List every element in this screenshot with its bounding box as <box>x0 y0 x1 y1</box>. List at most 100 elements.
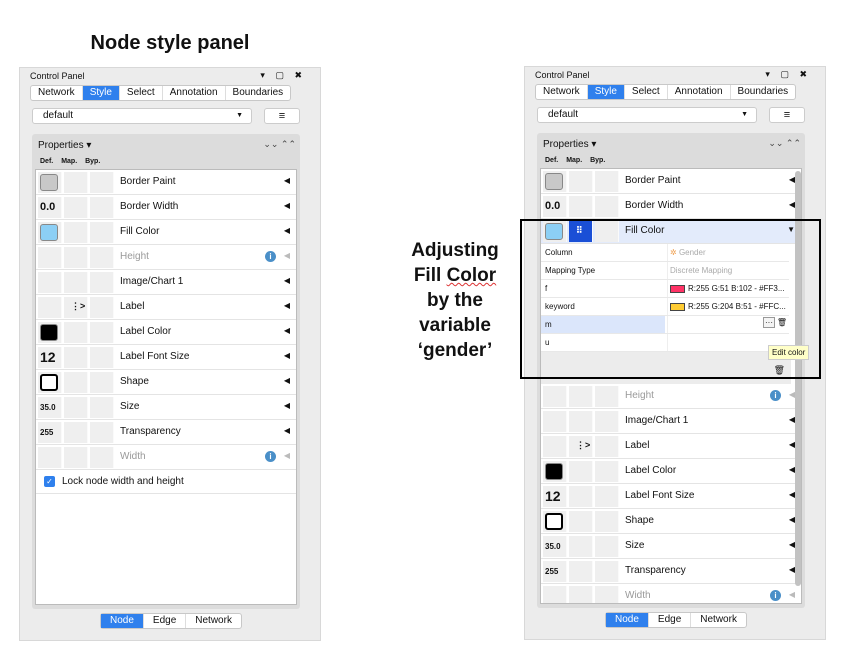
bypass-cell[interactable] <box>90 447 114 468</box>
style-dropdown[interactable]: default ▼ <box>537 107 757 123</box>
default-value-cell[interactable] <box>38 172 62 193</box>
bypass-cell[interactable] <box>90 397 114 418</box>
property-row-label-color[interactable]: Label Color ◀ <box>36 320 296 345</box>
property-row-height[interactable]: Height i ◀ <box>541 384 801 409</box>
default-value-cell[interactable] <box>38 222 62 243</box>
chevron-left-icon[interactable]: ◀ <box>284 326 290 335</box>
tab-select[interactable]: Select <box>120 86 163 100</box>
default-value-cell[interactable] <box>543 586 567 603</box>
chevron-left-icon[interactable]: ◀ <box>284 201 290 210</box>
bottom-tab-network[interactable]: Network <box>186 614 241 628</box>
property-row-size[interactable]: 35.0 Size ◀ <box>541 534 801 559</box>
mapping-cell[interactable] <box>569 536 593 557</box>
bypass-cell[interactable] <box>90 347 114 368</box>
default-value-cell[interactable] <box>543 411 567 432</box>
mapping-cell[interactable] <box>569 586 593 603</box>
property-row-shape[interactable]: Shape ◀ <box>36 370 296 395</box>
expand-collapse-icon[interactable]: ⌄⌄ ⌃⌃ <box>263 139 296 150</box>
default-value-cell[interactable] <box>38 447 62 468</box>
chevron-left-icon[interactable]: ◀ <box>284 301 290 310</box>
tab-annotation[interactable]: Annotation <box>668 85 731 99</box>
bottom-tab-network[interactable]: Network <box>691 613 746 627</box>
chevron-left-icon[interactable]: ◀ <box>284 226 290 235</box>
property-row-transparency[interactable]: 255 Transparency ◀ <box>541 559 801 584</box>
mapping-cell[interactable] <box>64 172 88 193</box>
chevron-left-icon[interactable]: ◀ <box>284 376 290 385</box>
property-row-image-chart-1[interactable]: Image/Chart 1 ◀ <box>36 270 296 295</box>
mapping-cell[interactable] <box>569 386 593 407</box>
bypass-cell[interactable] <box>595 461 619 482</box>
property-row-image-chart-1[interactable]: Image/Chart 1 ◀ <box>541 409 801 434</box>
tab-network[interactable]: Network <box>536 85 588 99</box>
mapping-cell[interactable] <box>64 347 88 368</box>
mapping-cell[interactable] <box>64 197 88 218</box>
tab-annotation[interactable]: Annotation <box>163 86 226 100</box>
chevron-left-icon[interactable]: ◀ <box>284 251 290 260</box>
info-icon[interactable]: i <box>265 251 276 262</box>
bypass-cell[interactable] <box>90 222 114 243</box>
info-icon[interactable]: i <box>265 451 276 462</box>
bypass-cell[interactable] <box>595 196 619 217</box>
mapping-cell[interactable] <box>64 222 88 243</box>
window-controls[interactable]: ▾ ▢ ✖ <box>765 69 811 80</box>
bypass-cell[interactable] <box>90 247 114 268</box>
default-value-cell[interactable] <box>38 322 62 343</box>
mapping-cell[interactable] <box>64 322 88 343</box>
default-value-cell[interactable] <box>543 171 567 192</box>
bottom-tab-node[interactable]: Node <box>101 614 144 628</box>
property-row-height[interactable]: Height i ◀ <box>36 245 296 270</box>
chevron-left-icon[interactable]: ◀ <box>284 176 290 185</box>
default-value-cell[interactable] <box>543 386 567 407</box>
bypass-cell[interactable] <box>595 436 619 457</box>
tab-boundaries[interactable]: Boundaries <box>226 86 291 100</box>
default-value-cell[interactable] <box>38 372 62 393</box>
bypass-cell[interactable] <box>90 297 114 318</box>
default-value-cell[interactable] <box>38 297 62 318</box>
property-row-transparency[interactable]: 255 Transparency ◀ <box>36 420 296 445</box>
mapping-cell[interactable] <box>569 411 593 432</box>
property-row-border-width[interactable]: 0.0 Border Width ◀ <box>541 194 801 219</box>
tab-style[interactable]: Style <box>82 86 120 100</box>
property-row-border-paint[interactable]: Border Paint ◀ <box>36 170 296 195</box>
bypass-cell[interactable] <box>595 511 619 532</box>
style-dropdown[interactable]: default ▼ <box>32 108 252 124</box>
bypass-cell[interactable] <box>90 197 114 218</box>
properties-dropdown[interactable]: Properties ▾ <box>543 139 596 150</box>
properties-dropdown[interactable]: Properties ▾ <box>38 140 91 151</box>
property-row-border-width[interactable]: 0.0 Border Width ◀ <box>36 195 296 220</box>
bypass-cell[interactable] <box>595 561 619 582</box>
window-controls[interactable]: ▾ ▢ ✖ <box>260 70 306 81</box>
bypass-cell[interactable] <box>595 536 619 557</box>
property-row-shape[interactable]: Shape ◀ <box>541 509 801 534</box>
bottom-tab-node[interactable]: Node <box>606 613 649 627</box>
default-value-cell[interactable]: 255 <box>543 561 567 582</box>
default-value-cell[interactable]: 35.0 <box>543 536 567 557</box>
bypass-cell[interactable] <box>595 486 619 507</box>
style-menu-button[interactable]: ≡ <box>264 108 300 124</box>
default-value-cell[interactable]: 12 <box>38 347 62 368</box>
property-row-label[interactable]: ⋮> Label ◀ <box>36 295 296 320</box>
property-row-border-paint[interactable]: Border Paint ◀ <box>541 169 801 194</box>
chevron-left-icon[interactable]: ◀ <box>284 426 290 435</box>
mapping-cell[interactable] <box>64 372 88 393</box>
default-value-cell[interactable]: 255 <box>38 422 62 443</box>
mapping-cell[interactable] <box>569 196 593 217</box>
default-value-cell[interactable]: 0.0 <box>543 196 567 217</box>
mapping-cell[interactable]: ⋮> <box>64 297 88 318</box>
property-row-width[interactable]: Width i ◀ <box>541 584 801 603</box>
mapping-cell[interactable] <box>64 272 88 293</box>
mapping-cell[interactable] <box>64 247 88 268</box>
tab-style[interactable]: Style <box>587 85 625 99</box>
tab-boundaries[interactable]: Boundaries <box>731 85 796 99</box>
bypass-cell[interactable] <box>90 172 114 193</box>
bypass-cell[interactable] <box>595 171 619 192</box>
bottom-tab-edge[interactable]: Edge <box>649 613 692 627</box>
chevron-left-icon[interactable]: ◀ <box>284 401 290 410</box>
lock-width-height-row[interactable]: ✓ Lock node width and height <box>36 470 296 494</box>
bypass-cell[interactable] <box>90 272 114 293</box>
tab-network[interactable]: Network <box>31 86 83 100</box>
default-value-cell[interactable] <box>38 272 62 293</box>
default-value-cell[interactable]: 35.0 <box>38 397 62 418</box>
style-menu-button[interactable]: ≡ <box>769 107 805 123</box>
info-icon[interactable]: i <box>770 590 781 601</box>
